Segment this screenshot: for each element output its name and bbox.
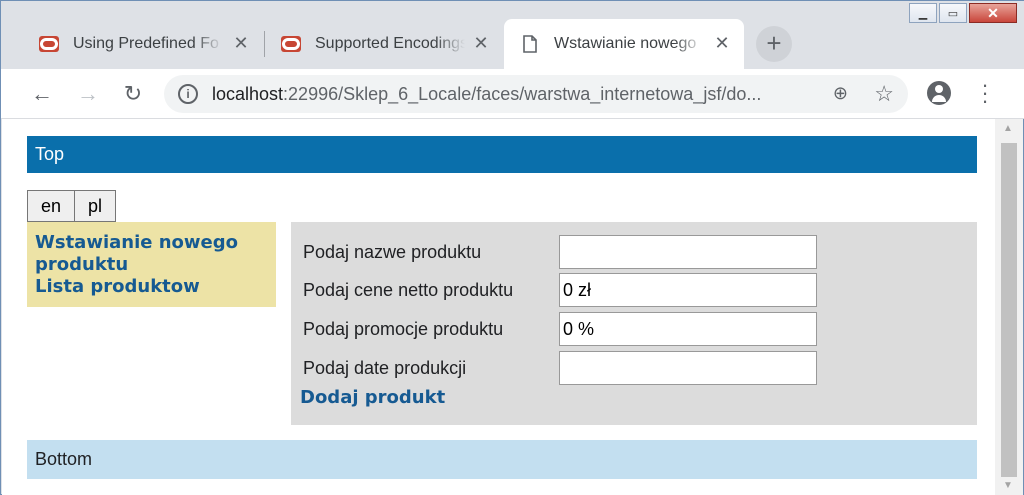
scrollbar-thumb[interactable] [1001, 143, 1017, 477]
maximize-icon[interactable]: ▭ [939, 3, 967, 23]
production-date-input[interactable] [559, 351, 817, 385]
oracle-icon [281, 36, 301, 52]
page-viewport: Top en pl Wstawianie nowego produktu Lis… [2, 119, 1023, 495]
window-controls: ▁ ▭ ✕ [907, 3, 1017, 23]
tab-title: Using Predefined Fo [73, 35, 219, 52]
tab-title: Supported Encodings [315, 35, 465, 52]
product-name-input[interactable] [559, 235, 817, 269]
url-path: :22996/Sklep_6_Locale/faces/warstwa_inte… [283, 84, 762, 104]
tab-wstawianie-active[interactable]: Wstawianie nowego ✕ [504, 19, 744, 69]
promotion-input[interactable] [559, 312, 817, 346]
new-tab-button[interactable]: + [756, 26, 792, 62]
scroll-up-icon[interactable]: ▲ [1003, 123, 1013, 134]
menu-link-insert-product[interactable]: Wstawianie nowego produktu [35, 232, 268, 276]
url-text[interactable]: localhost:22996/Sklep_6_Locale/faces/war… [212, 84, 761, 105]
forward-arrow-icon[interactable]: → [73, 79, 103, 109]
document-icon [520, 35, 540, 53]
info-icon[interactable]: i [178, 84, 198, 104]
field-label: Podaj promocje produktu [303, 318, 504, 339]
field-label: Podaj nazwe produktu [303, 241, 482, 262]
add-product-link[interactable]: Dodaj produkt [300, 387, 445, 408]
form-row-name: Podaj nazwe produktu [303, 235, 817, 269]
close-tab-icon[interactable]: ✕ [471, 33, 491, 54]
bottom-footer: Bottom [27, 440, 977, 479]
field-label: Podaj cene netto produktu [303, 279, 514, 300]
zoom-icon[interactable]: ⊕ [833, 83, 848, 104]
back-arrow-icon[interactable]: ← [27, 79, 57, 109]
menu-link-product-list[interactable]: Lista produktow [35, 276, 268, 298]
scroll-down-icon[interactable]: ▼ [1003, 480, 1013, 491]
oracle-icon [39, 36, 59, 52]
lang-en-button[interactable]: en [27, 190, 75, 222]
tab-strip: Using Predefined Fo ✕ Supported Encoding… [1, 1, 1024, 69]
account-icon[interactable] [927, 81, 951, 105]
tab-supported-encodings[interactable]: Supported Encodings ✕ [265, 19, 503, 69]
field-label: Podaj date produkcji [303, 357, 467, 378]
product-form: Podaj nazwe produktu Podaj cene netto pr… [291, 222, 977, 425]
side-menu: Wstawianie nowego produktu Lista produkt… [27, 222, 276, 307]
address-bar[interactable]: i localhost:22996/Sklep_6_Locale/faces/w… [164, 75, 908, 113]
top-header: Top [27, 136, 977, 173]
lang-pl-button[interactable]: pl [74, 190, 116, 222]
url-host: localhost [212, 84, 284, 104]
vertical-scrollbar[interactable]: ▲ ▼ [995, 119, 1023, 495]
menu-kebab-icon[interactable]: · · · [979, 74, 991, 112]
browser-window: Using Predefined Fo ✕ Supported Encoding… [0, 0, 1024, 495]
tab-title: Wstawianie nowego [554, 35, 697, 52]
tab-using-predefined[interactable]: Using Predefined Fo ✕ [23, 19, 263, 69]
browser-toolbar: ← → ↻ i localhost:22996/Sklep_6_Locale/f… [1, 69, 1024, 119]
form-row-price: Podaj cene netto produktu [303, 273, 817, 307]
minimize-icon[interactable]: ▁ [909, 3, 937, 23]
form-row-date: Podaj date produkcji [303, 351, 817, 385]
close-tab-icon[interactable]: ✕ [231, 33, 251, 54]
bookmark-star-icon[interactable]: ☆ [874, 81, 894, 107]
close-tab-icon[interactable]: ✕ [712, 33, 732, 54]
form-row-promo: Podaj promocje produktu [303, 312, 817, 346]
net-price-input[interactable] [559, 273, 817, 307]
reload-icon[interactable]: ↻ [118, 79, 148, 109]
close-window-icon[interactable]: ✕ [969, 3, 1017, 23]
